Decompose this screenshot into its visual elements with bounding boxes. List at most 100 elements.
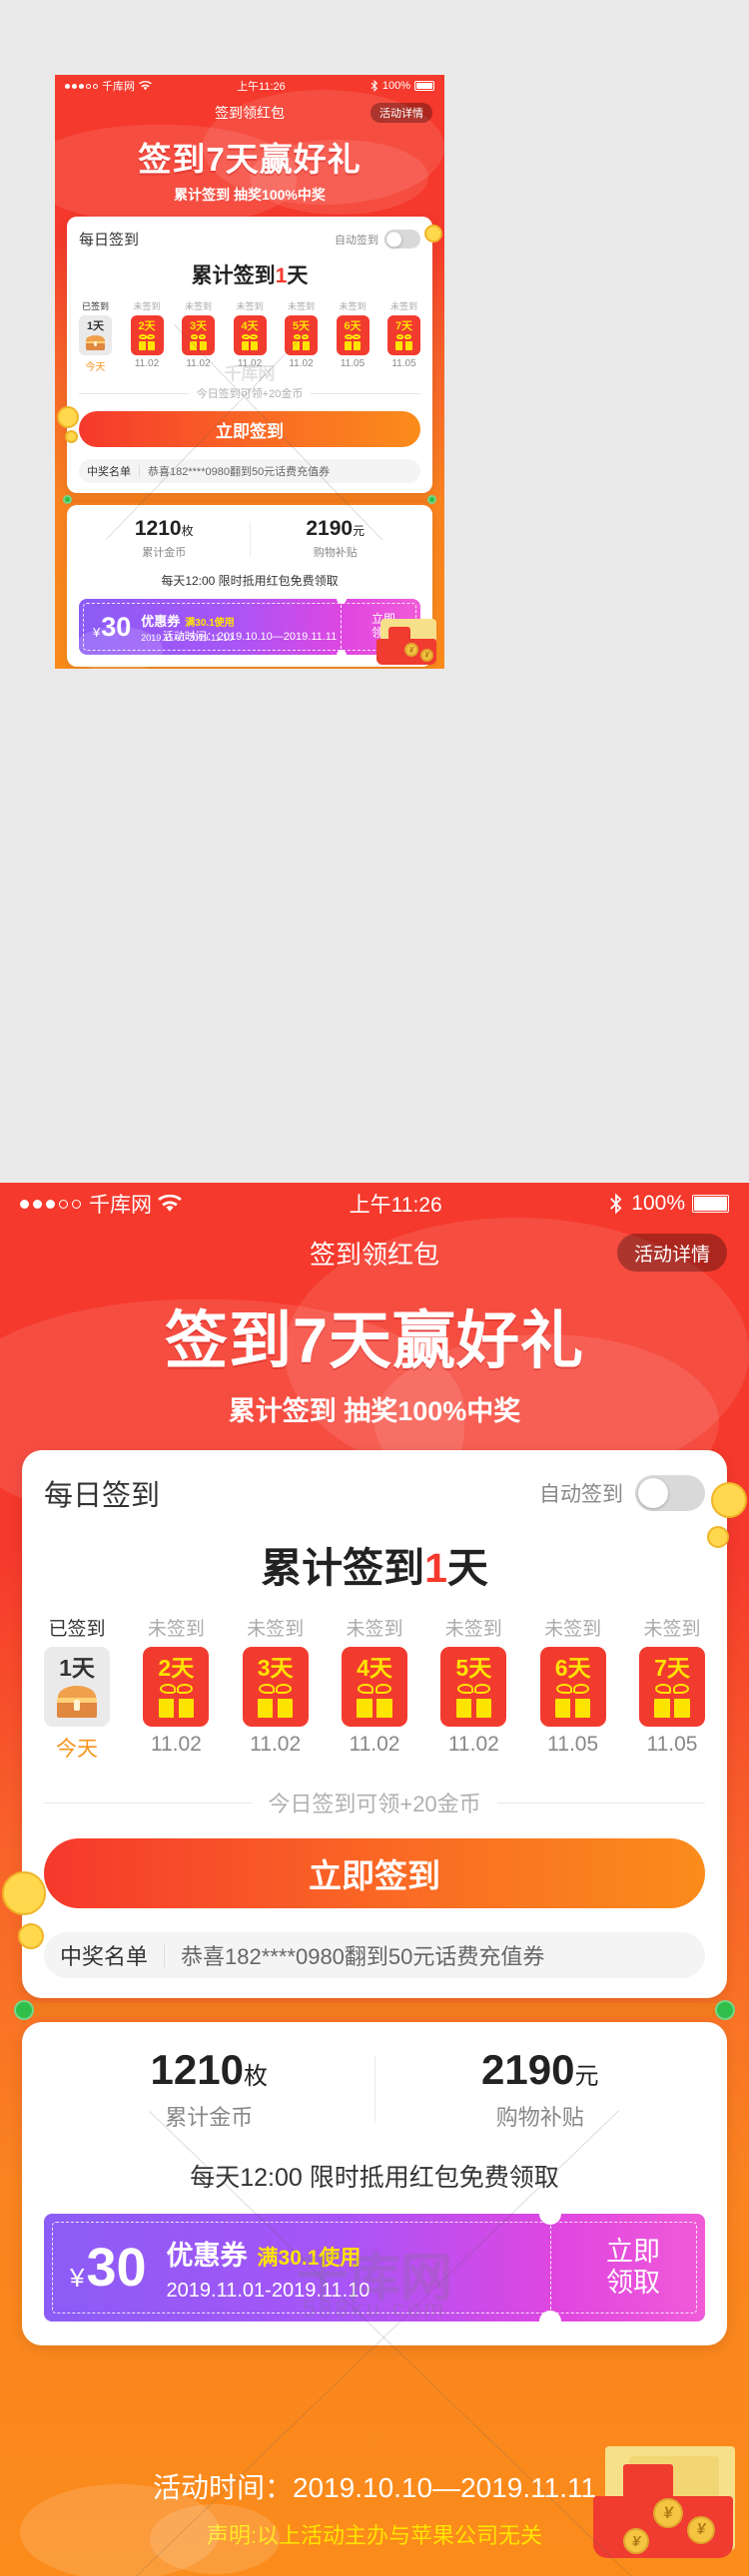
floating-coin-icon xyxy=(711,1482,747,1518)
reward-note: 每天12:00 限时抵用红包免费领取 xyxy=(190,2164,559,2192)
winner-list-text: 恭喜182****0980翻到50元话费充值券 xyxy=(148,466,331,478)
hero-sub-title: 累计签到 抽奖100%中奖 xyxy=(174,187,326,203)
reward-card: 1210枚 累计金币 2190元 购物补贴 每天12:00 限时抵用红包免费领取 xyxy=(22,2022,727,2345)
signin-day-number: 1天 xyxy=(59,1654,95,1681)
signin-day-box: 6天 xyxy=(539,1647,606,1727)
signin-day-number: 4天 xyxy=(357,1654,392,1681)
red-envelope-illustration: ¥ ¥ xyxy=(374,619,444,667)
signin-day-box: 6天 xyxy=(336,315,370,355)
signin-day-date: 11.02 xyxy=(134,358,160,369)
signin-now-button[interactable]: 立即签到 xyxy=(44,1838,705,1908)
signin-day-card[interactable]: 未签到 3天 11.02 xyxy=(182,299,215,373)
gift-icon xyxy=(156,1684,196,1718)
activity-detail-button[interactable]: 活动详情 xyxy=(371,103,432,123)
signin-day-box: 7天 xyxy=(638,1647,705,1727)
app-screen-large: 千库网 上午11:26 100% 签到领红包 活动详情 签到7天赢好礼 累计签到… xyxy=(0,1183,749,2576)
signin-card-title: 每日签到 xyxy=(44,1480,161,1512)
signin-day-card[interactable]: 未签到 5天 11.02 xyxy=(440,1614,507,1763)
signin-now-button[interactable]: 立即签到 xyxy=(79,411,420,447)
winner-list-bar[interactable]: 中奖名单 恭喜182****0980翻到50元话费充值券 xyxy=(44,1932,705,1978)
signin-day-card[interactable]: 未签到 6天 11.05 xyxy=(539,1614,606,1763)
signin-days-row: 已签到 1天 今天 未签到 2天 11.02 未签到 3天 11.02 未签到 … xyxy=(79,299,420,373)
auto-signin-label: 自动签到 xyxy=(335,234,378,247)
auto-signin-label: 自动签到 xyxy=(539,1483,623,1506)
signin-day-card[interactable]: 已签到 1天 今天 xyxy=(79,299,112,373)
connector-nub-left xyxy=(63,494,72,504)
signin-day-date: 11.02 xyxy=(447,1733,499,1756)
connector-nub-left xyxy=(14,2000,34,2020)
total-prefix: 累计签到 xyxy=(261,1545,425,1591)
gift-icon xyxy=(553,1684,593,1718)
total-signin-days: 累计签到1天 xyxy=(79,259,420,289)
floating-coin-icon xyxy=(65,430,78,443)
carrier-label: 千库网 xyxy=(102,81,135,93)
coupon-card[interactable]: ¥30 优惠券 满30.1使用 2019.11.01-2019.11.10 立即… xyxy=(44,2214,705,2321)
status-bar-time: 上午11:26 xyxy=(237,81,286,93)
stat-value: 1210枚 xyxy=(44,2046,374,2094)
floating-coin-icon xyxy=(707,1526,729,1548)
signin-day-number: 6天 xyxy=(554,1654,591,1681)
page-title: 签到领红包 xyxy=(309,1239,439,1270)
gift-icon xyxy=(453,1684,493,1718)
stat-subsidy: 2190元 购物补贴 xyxy=(375,2046,706,2132)
signin-day-card[interactable]: 未签到 4天 11.02 xyxy=(341,1614,407,1763)
signin-day-box: 3天 xyxy=(182,315,215,355)
total-suffix: 天 xyxy=(287,264,309,287)
signin-day-card[interactable]: 未签到 3天 11.02 xyxy=(242,1614,309,1763)
signin-day-box: 2天 xyxy=(143,1647,210,1727)
total-suffix: 天 xyxy=(446,1545,488,1591)
battery-icon xyxy=(692,1195,729,1213)
auto-signin-toggle[interactable] xyxy=(635,1475,705,1511)
signin-day-date: 今天 xyxy=(56,1738,98,1761)
signin-day-number: 1天 xyxy=(86,319,105,332)
signin-day-date: 11.02 xyxy=(349,1733,400,1756)
signin-day-status: 未签到 xyxy=(133,301,161,311)
hero-sub-title: 累计签到 抽奖100%中奖 xyxy=(228,1396,521,1426)
status-bar-right: 100% xyxy=(609,1192,729,1216)
wifi-icon xyxy=(139,81,152,91)
activity-detail-button[interactable]: 活动详情 xyxy=(616,1234,727,1272)
bluetooth-icon xyxy=(610,1193,622,1215)
winner-list-label: 中奖名单 xyxy=(60,1944,149,1969)
signin-day-card[interactable]: 未签到 5天 11.02 xyxy=(285,299,318,373)
stat-number: 2190 xyxy=(481,2046,575,2093)
signin-day-card[interactable]: 未签到 7天 11.05 xyxy=(387,299,420,373)
auto-signin-control[interactable]: 自动签到 xyxy=(539,1475,705,1511)
signin-day-number: 5天 xyxy=(292,319,311,332)
connector-nub-right xyxy=(715,2000,735,2020)
signin-day-card[interactable]: 未签到 4天 11.02 xyxy=(233,299,267,373)
signin-day-status: 未签到 xyxy=(444,1619,502,1640)
signin-day-card[interactable]: 未签到 7天 11.05 xyxy=(638,1614,705,1763)
signal-strength-icon xyxy=(20,1199,85,1209)
red-envelope-illustration: ¥ ¥ ¥ xyxy=(589,2446,749,2566)
signin-day-card[interactable]: 未签到 2天 11.02 xyxy=(143,1614,210,1763)
battery-percent-label: 100% xyxy=(631,1192,685,1215)
stat-number: 2190 xyxy=(306,517,354,540)
status-bar-right: 100% xyxy=(371,80,434,92)
signin-day-date: 11.02 xyxy=(237,358,263,369)
signin-day-number: 2天 xyxy=(138,319,156,332)
auto-signin-control[interactable]: 自动签到 xyxy=(335,230,420,249)
signin-day-card[interactable]: 未签到 6天 11.05 xyxy=(336,299,370,373)
auto-signin-toggle[interactable] xyxy=(384,230,420,249)
signin-day-number: 7天 xyxy=(654,1654,690,1681)
gift-icon xyxy=(138,333,157,350)
floating-coin-icon xyxy=(57,406,79,428)
signin-day-date: 11.02 xyxy=(289,358,314,369)
nav-bar: 签到领红包 活动详情 xyxy=(22,1227,727,1279)
status-bar: 千库网 上午11:26 100% xyxy=(55,75,444,97)
stat-label: 累计金币 xyxy=(142,547,187,559)
signin-card: 每日签到 自动签到 累计签到1天 已签到 1天 今天 未签到 2天 11.02 … xyxy=(22,1450,727,1998)
signin-day-card[interactable]: 未签到 2天 11.02 xyxy=(130,299,164,373)
gift-icon xyxy=(394,333,413,350)
app-screen: 千库网 上午11:26 100% 签到领红包 活动详情 签到7天赢好礼 累计签到… xyxy=(55,75,444,669)
signin-day-date: 11.05 xyxy=(340,358,366,369)
hero-banner: 签到7天赢好礼 累计签到 抽奖100%中奖 xyxy=(55,133,444,205)
stat-number: 1210 xyxy=(134,517,182,540)
nav-bar: 签到领红包 活动详情 xyxy=(67,99,432,127)
winner-list-bar[interactable]: 中奖名单 恭喜182****0980翻到50元话费充值券 xyxy=(79,459,420,483)
signin-day-date: 11.02 xyxy=(186,358,211,369)
stat-value: 2190元 xyxy=(375,2046,706,2094)
signin-card-title: 每日签到 xyxy=(79,232,140,249)
signin-day-card[interactable]: 已签到 1天 今天 xyxy=(44,1614,110,1763)
